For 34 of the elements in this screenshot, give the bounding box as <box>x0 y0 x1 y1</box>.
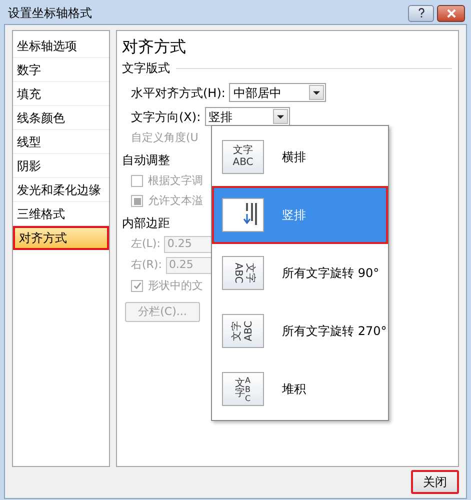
field-label: 左(L): <box>131 236 160 252</box>
field-label: 文字方向(X): <box>131 108 201 126</box>
sidebar-item[interactable]: 线型 <box>13 130 109 154</box>
menu-item[interactable]: 文字 ABC 所有文字旋转 270° <box>212 302 388 360</box>
close-button[interactable]: 关闭 <box>411 470 459 494</box>
question-mark-icon <box>418 8 424 18</box>
menu-item[interactable]: 文字 ABC 所有文字旋转 90° <box>212 244 388 302</box>
alignment-select[interactable]: 中部居中 <box>229 83 326 102</box>
menu-item[interactable]: 文字 ABC 横排 <box>212 128 388 186</box>
section-title: 内部边距 <box>122 214 171 232</box>
help-button[interactable] <box>408 4 434 22</box>
vertical-text-icon <box>222 198 264 232</box>
rotated-text-icon: 文字 ABC <box>222 314 264 348</box>
rotated-text-icon: 文字 ABC <box>222 256 264 290</box>
checkbox-label: 形状中的文 <box>148 278 203 294</box>
direction-select[interactable]: 竖排 <box>204 107 290 126</box>
horizontal-text-icon: 文字 ABC <box>222 140 264 174</box>
field-label: 水平对齐方式(H): <box>131 84 226 102</box>
panel-heading: 对齐方式 <box>122 37 187 57</box>
window-title: 设置坐标轴格式 <box>8 5 92 22</box>
checkbox-label: 根据文字调 <box>148 172 203 188</box>
sidebar-item[interactable]: 数字 <box>13 58 109 82</box>
sidebar-item[interactable]: 阴影 <box>13 154 109 178</box>
section-title: 文字版式 <box>122 60 170 77</box>
checkbox-label: 允许文本溢 <box>148 193 203 209</box>
close-icon[interactable] <box>437 4 465 22</box>
sidebar-item[interactable]: 坐标轴选项 <box>13 34 109 58</box>
field-label: 自定义角度(U <box>130 130 200 146</box>
sidebar-item[interactable]: 填充 <box>13 82 109 106</box>
section-title: 自动调整 <box>122 152 171 168</box>
field-label: 右(R): <box>131 256 162 273</box>
sidebar-item[interactable]: 对齐方式 <box>13 226 109 250</box>
sidebar-item[interactable]: 线条颜色 <box>13 106 109 130</box>
sidebar-item[interactable]: 发光和柔化边缘 <box>13 178 109 202</box>
